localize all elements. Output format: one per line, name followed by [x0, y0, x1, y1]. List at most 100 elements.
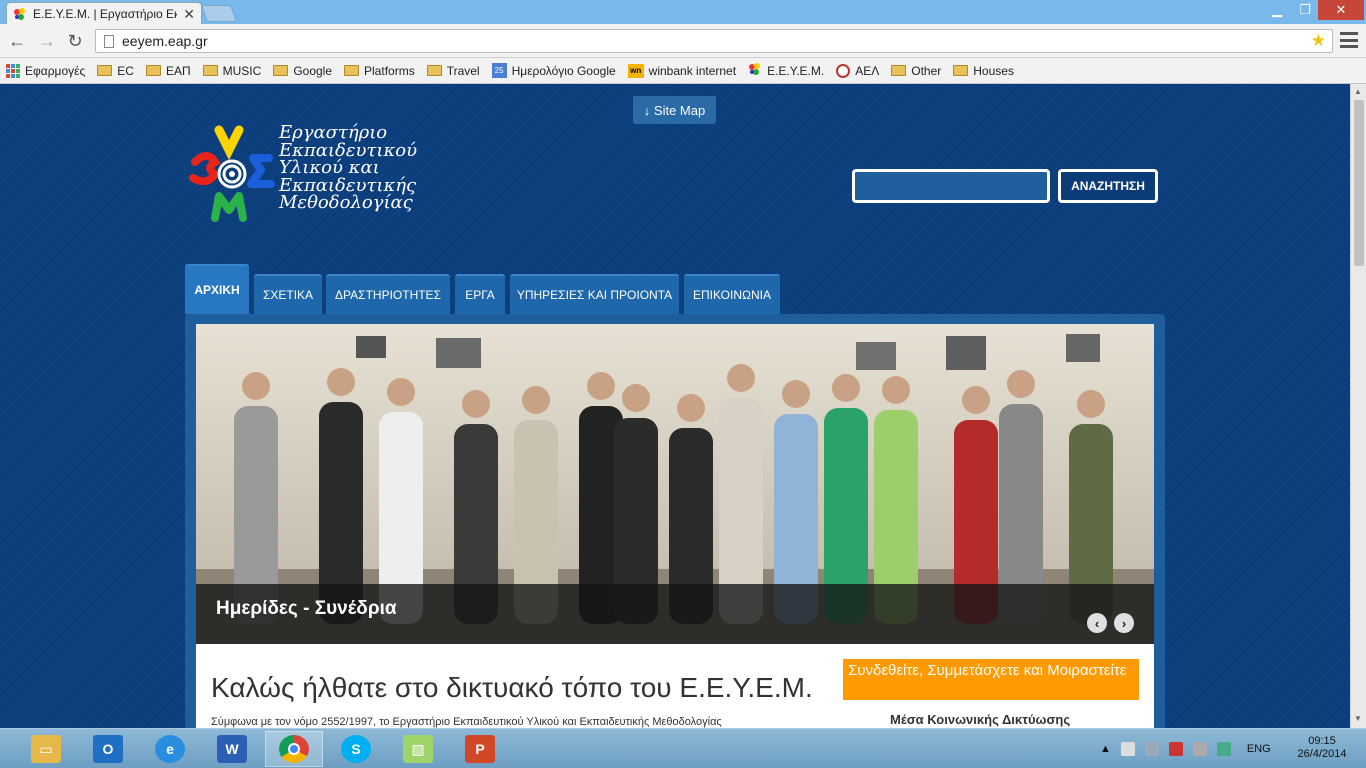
- eeyem-icon: [748, 62, 762, 79]
- eeyem-logo-mark-icon: [189, 125, 275, 222]
- url-text: eeyem.eap.gr: [122, 33, 208, 49]
- logo-line: Υλικού και: [279, 157, 380, 178]
- close-window-icon[interactable]: ✕: [1318, 0, 1364, 20]
- browser-toolbar: ← → ↻ eeyem.eap.gr ★: [0, 24, 1366, 58]
- site-map-button[interactable]: ↓ Site Map: [633, 96, 716, 124]
- taskbar-clock[interactable]: 09:15 26/4/2014: [1292, 735, 1352, 761]
- maximize-icon[interactable]: ❐: [1292, 0, 1318, 20]
- person-head: [1077, 390, 1105, 418]
- folder-icon: [344, 65, 360, 76]
- system-tray: ▲ ENG: [1100, 729, 1271, 768]
- scroll-up-icon[interactable]: ▲: [1354, 87, 1362, 96]
- person-head: [962, 386, 990, 414]
- taskbar-file-explorer[interactable]: ▭: [17, 731, 75, 767]
- tab-home[interactable]: ΑΡΧΙΚΗ: [185, 264, 249, 314]
- minimize-icon[interactable]: ▁: [1262, 0, 1292, 20]
- bookmark-label: winbank internet: [648, 63, 737, 78]
- bookmark-label: Ε.Ε.Υ.Ε.Μ.: [767, 63, 825, 78]
- eeyem-logo[interactable]: Εργαστήριο Εκπαιδευτικού Υλικού και Εκπα…: [185, 122, 445, 227]
- chrome-icon: [279, 735, 309, 763]
- tab-contact[interactable]: ΕΠΙΚΟΙΝΩΝΙΑ: [684, 274, 780, 314]
- dropbox-icon[interactable]: [1216, 742, 1231, 756]
- social-callout: Συνδεθείτε, Συμμετάσχετε και Μοιραστείτε: [843, 659, 1139, 700]
- bookmark-label: ΕΑΠ: [165, 63, 191, 78]
- bookmark-google-calendar[interactable]: 25 Ημερολόγιο Google: [491, 63, 616, 78]
- tab-about[interactable]: ΣΧΕΤΙΚΑ: [254, 274, 322, 314]
- chrome-menu-icon[interactable]: [1340, 32, 1358, 48]
- folder-icon: [953, 65, 969, 76]
- browser-tab[interactable]: Ε.Ε.Υ.Ε.Μ. | Εργαστήριο Εκ ✕: [6, 2, 202, 24]
- taskbar-powerpoint[interactable]: P: [451, 731, 509, 767]
- welcome-heading: Καλώς ήλθατε στο δικτυακό τόπο του Ε.Ε.Υ…: [211, 672, 813, 703]
- taskbar-internet-explorer[interactable]: e: [141, 731, 199, 767]
- taskbar-chrome[interactable]: [265, 731, 323, 767]
- tab-services-products[interactable]: ΥΠΗΡΕΣΙΕΣ ΚΑΙ ΠΡΟΙΟΝΤΑ: [510, 274, 679, 314]
- input-language[interactable]: ENG: [1247, 743, 1271, 755]
- person-head: [832, 374, 860, 402]
- person-head: [522, 386, 550, 414]
- search-button[interactable]: ΑΝΑΖΗΤΗΣΗ: [1058, 169, 1158, 203]
- scroll-down-icon[interactable]: ▼: [1354, 714, 1362, 723]
- logo-line: Μεθοδολογίας: [279, 192, 413, 213]
- slider-prev-button[interactable]: ‹: [1087, 613, 1107, 633]
- address-bar[interactable]: eeyem.eap.gr ★: [95, 29, 1333, 53]
- clock-date: 26/4/2014: [1297, 748, 1347, 760]
- bookmark-eeyem[interactable]: Ε.Ε.Υ.Ε.Μ.: [748, 62, 824, 79]
- bookmark-other[interactable]: Other: [891, 64, 941, 78]
- taskbar-photos[interactable]: ▧: [389, 731, 447, 767]
- ael-icon: [836, 63, 851, 78]
- taskbar-outlook[interactable]: O: [79, 731, 137, 767]
- photos-icon: ▧: [403, 735, 433, 763]
- bookmark-label: Travel: [446, 63, 480, 78]
- bookmark-winbank[interactable]: wn winbank internet: [627, 63, 737, 78]
- tab-projects[interactable]: ΕΡΓΑ: [455, 274, 505, 314]
- battery-icon[interactable]: [1192, 742, 1207, 756]
- volume-muted-icon[interactable]: [1168, 742, 1183, 756]
- bookmark-label: Google: [293, 63, 333, 78]
- bookmark-label: MUSIC: [222, 63, 262, 78]
- person-head: [882, 376, 910, 404]
- tab-activities[interactable]: ΔΡΑΣΤΗΡΙΟΤΗΤΕΣ: [326, 274, 450, 314]
- person-head: [727, 364, 755, 392]
- person-head: [587, 372, 615, 400]
- bookmarks-bar: Εφαρμογές EC ΕΑΠ MUSIC Google Platforms …: [0, 58, 1366, 84]
- bookmark-google[interactable]: Google: [273, 64, 332, 78]
- page-viewport: ↓ Site Map Εργαστήριο Εκπαιδευτικού Υλικ…: [0, 84, 1350, 728]
- forward-icon[interactable]: →: [37, 31, 57, 51]
- bookmark-star-icon[interactable]: ★: [1311, 31, 1326, 51]
- bookmark-apps[interactable]: Εφαρμογές: [6, 63, 85, 78]
- action-center-flag-icon[interactable]: [1120, 742, 1135, 756]
- person-head: [622, 384, 650, 412]
- back-icon[interactable]: ←: [7, 31, 27, 51]
- bookmark-ec[interactable]: EC: [97, 64, 134, 78]
- bookmark-label: Houses: [973, 63, 1014, 78]
- slider-next-button[interactable]: ›: [1114, 613, 1134, 633]
- logo-line: Εργαστήριο: [279, 122, 388, 143]
- tab-close-icon[interactable]: ✕: [183, 7, 195, 21]
- word-icon: W: [217, 735, 247, 763]
- bookmark-ael[interactable]: ΑΕΛ: [836, 63, 880, 78]
- clock-time: 09:15: [1308, 735, 1336, 747]
- bookmark-platforms[interactable]: Platforms: [344, 64, 415, 78]
- apps-icon: [6, 63, 20, 78]
- network-icon[interactable]: [1144, 742, 1159, 756]
- folder-icon: [97, 65, 113, 76]
- page-icon: [104, 34, 114, 48]
- new-tab-button[interactable]: [200, 5, 238, 22]
- search-input[interactable]: [852, 169, 1050, 203]
- show-hidden-icons-icon[interactable]: ▲: [1100, 743, 1111, 755]
- bookmark-houses[interactable]: Houses: [953, 64, 1014, 78]
- taskbar-word[interactable]: W: [203, 731, 261, 767]
- reload-icon[interactable]: ↻: [65, 31, 85, 51]
- taskbar-skype[interactable]: S: [327, 731, 385, 767]
- bookmark-travel[interactable]: Travel: [426, 63, 480, 78]
- bookmark-eap[interactable]: ΕΑΠ: [145, 63, 191, 78]
- bookmark-music[interactable]: MUSIC: [202, 63, 262, 78]
- scroll-thumb[interactable]: [1354, 100, 1364, 266]
- page-scrollbar[interactable]: ▲ ▼: [1350, 84, 1366, 728]
- logo-text: Εργαστήριο Εκπαιδευτικού Υλικού και Εκπα…: [279, 124, 417, 212]
- photo-slider[interactable]: Ημερίδες - Συνέδρια ‹ ›: [196, 324, 1154, 644]
- bookmark-label: ΑΕΛ: [855, 63, 880, 78]
- folder-icon: [145, 65, 161, 76]
- calendar-icon: 25: [491, 63, 507, 78]
